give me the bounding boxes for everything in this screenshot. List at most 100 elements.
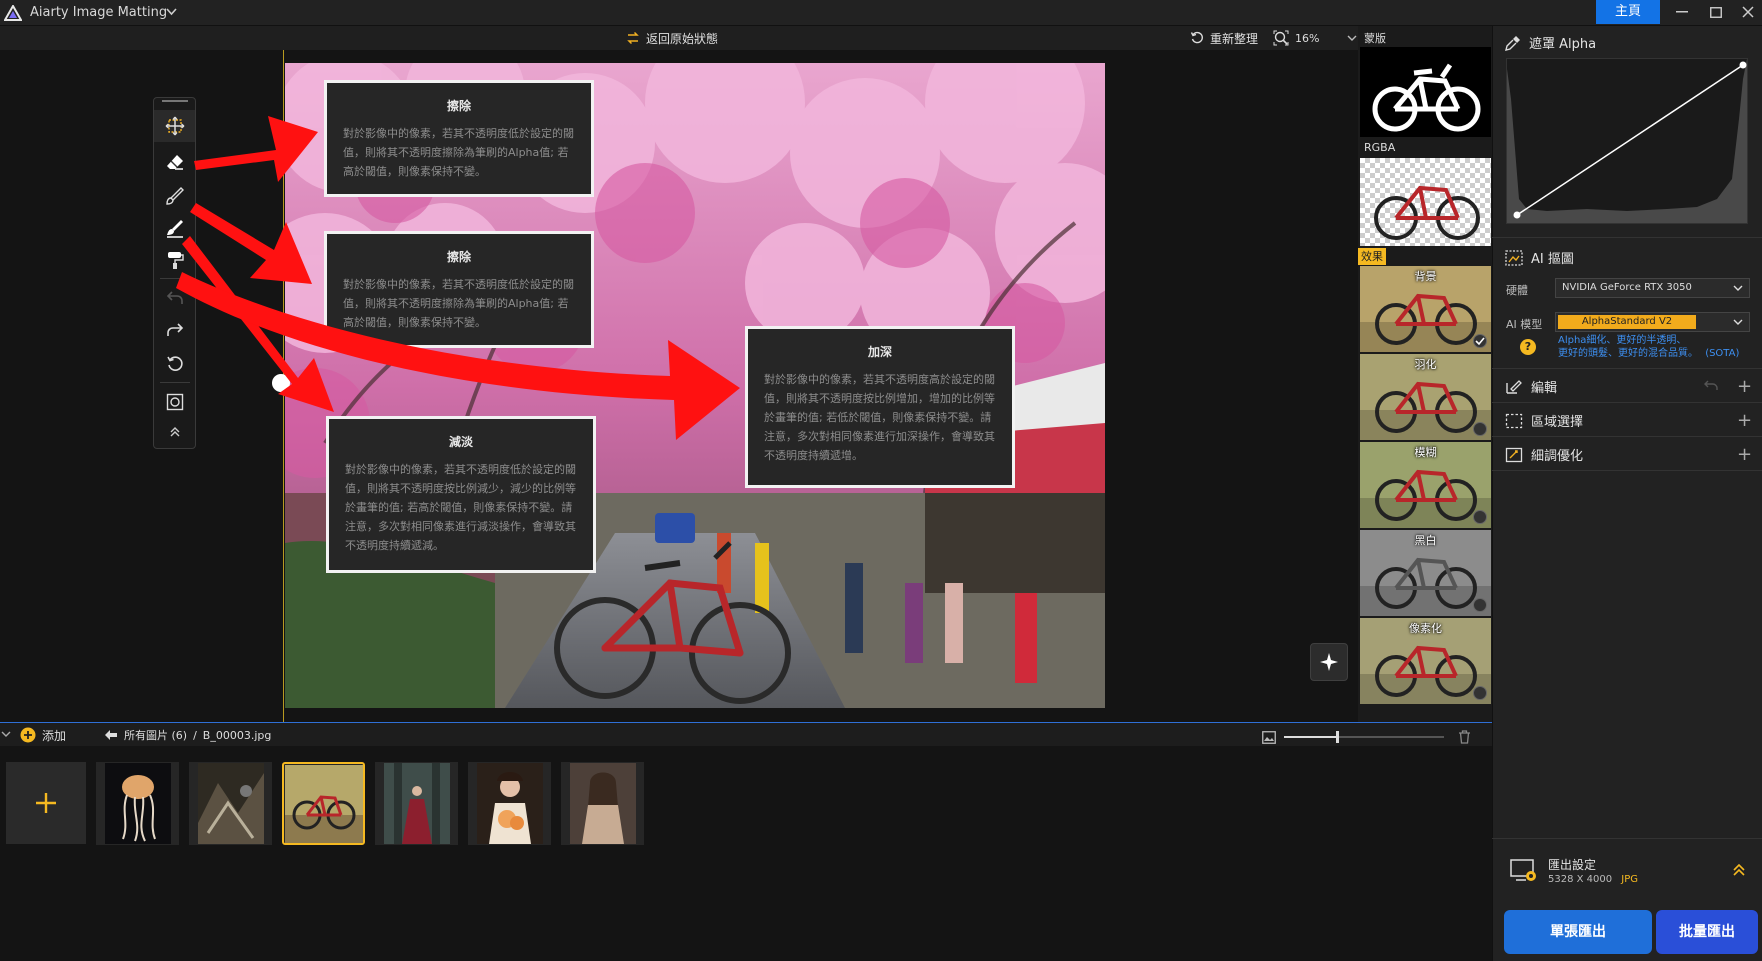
callout-erase-2-body: 對於影像中的像素，若其不透明度低於設定的閾值，則將其不透明度擦除為筆刷的Alph… <box>343 278 574 329</box>
rotate-ccw-icon <box>166 355 184 373</box>
thumbnail-size-slider-fill <box>1284 736 1338 738</box>
export-settings[interactable]: 匯出設定 5328 X 4000 JPG <box>1500 846 1756 896</box>
effect-name: 背景 <box>1414 270 1437 283</box>
double-chevron-up-icon <box>169 427 181 437</box>
edit-add-icon[interactable]: + <box>1737 378 1752 396</box>
restore-original-button[interactable]: 返回原始狀態 <box>626 28 718 48</box>
plus-icon <box>34 791 58 815</box>
restore-original-label: 返回原始狀態 <box>646 31 719 46</box>
effect-thumb[interactable]: 黑白 <box>1360 530 1491 616</box>
back-arrow-icon[interactable] <box>104 729 118 741</box>
section-divider <box>1492 402 1762 403</box>
effect-thumb[interactable]: 像素化 <box>1360 618 1491 704</box>
rgba-label: RGBA <box>1364 141 1396 154</box>
undo-button[interactable] <box>154 282 195 314</box>
deepen-tool-button[interactable] <box>154 244 195 276</box>
restore-brush-tool-button[interactable] <box>154 180 195 212</box>
alpha-curve-line <box>1516 64 1744 216</box>
effect-radio-icon[interactable] <box>1473 686 1487 700</box>
collapse-chevron-down-icon[interactable] <box>1 731 11 738</box>
app-menu-chevron-icon[interactable] <box>166 8 177 16</box>
film-thumb-portrait[interactable] <box>561 762 644 845</box>
redo-icon <box>166 322 184 338</box>
hardware-value: NVIDIA GeForce RTX 3050 <box>1562 282 1692 293</box>
collapse-toolbox-button[interactable] <box>154 420 195 444</box>
ai-model-desc-line-1: Alpha細化、更好的半透明、 <box>1558 335 1687 346</box>
hardware-select[interactable]: NVIDIA GeForce RTX 3050 <box>1555 278 1750 298</box>
region-select-icon <box>1505 413 1523 429</box>
undo-icon <box>166 290 184 306</box>
double-chevron-up-icon[interactable] <box>1732 864 1746 876</box>
app-logo-icon <box>4 5 22 21</box>
help-icon[interactable]: ? <box>1520 339 1536 355</box>
effect-radio-icon[interactable] <box>1473 510 1487 524</box>
callout-erase-body: 對於影像中的像素，若其不透明度低於設定的閾值，則將其不透明度擦除為筆刷的Alph… <box>343 127 574 178</box>
zoom-control[interactable]: 16% <box>1273 28 1357 48</box>
alpha-curve-point-high <box>1739 61 1747 69</box>
section-divider <box>1492 237 1762 238</box>
single-export-button[interactable]: 單張匯出 <box>1504 910 1652 954</box>
toolbox-divider <box>160 278 190 279</box>
film-thumb-forest[interactable] <box>189 762 272 845</box>
callout-lighten-title: 減淡 <box>448 435 473 449</box>
move-tool-button[interactable] <box>154 110 195 142</box>
fit-view-button[interactable] <box>154 386 195 418</box>
add-image-tile[interactable] <box>6 762 86 844</box>
toolbox-divider <box>160 382 190 383</box>
edit-title: 編輯 <box>1531 381 1558 396</box>
home-button[interactable]: 主頁 <box>1596 0 1660 24</box>
effect-thumb[interactable]: 背景 <box>1360 266 1491 352</box>
ai-matting-icon <box>1505 249 1523 266</box>
zoom-chevron-down-icon[interactable] <box>1347 35 1357 42</box>
edit-undo-icon[interactable] <box>1704 380 1718 392</box>
add-image-button[interactable]: 添加 <box>20 726 66 744</box>
toolbox-drag-handle[interactable] <box>162 100 188 102</box>
effect-name: 羽化 <box>1414 358 1437 371</box>
trash-icon[interactable] <box>1458 730 1471 744</box>
alpha-curve-editor[interactable] <box>1506 58 1748 224</box>
film-thumb-flowers[interactable] <box>468 762 551 845</box>
batch-export-button[interactable]: 批量匯出 <box>1656 910 1758 954</box>
rgba-preview[interactable] <box>1360 158 1491 246</box>
effect-thumb[interactable]: 模糊 <box>1360 442 1491 528</box>
effect-thumb[interactable]: 羽化 <box>1360 354 1491 440</box>
film-thumb-red-dress[interactable] <box>375 762 458 845</box>
minimize-button[interactable] <box>1666 0 1698 24</box>
refine-add-icon[interactable]: + <box>1737 446 1752 464</box>
effect-check-icon[interactable] <box>1473 334 1487 348</box>
region-select-section-header[interactable]: 區域選擇 <box>1505 411 1583 430</box>
film-thumb-jellyfish[interactable] <box>96 762 179 845</box>
alpha-section-header: 遮罩 Alpha <box>1505 33 1596 52</box>
thumbnail-size-slider-knob[interactable] <box>1336 731 1339 743</box>
callout-lighten-body: 對於影像中的像素，若其不透明度低於設定的閾值，則將其不透明度按比例減少，減少的比… <box>345 463 576 552</box>
frame-icon <box>166 393 184 411</box>
lighten-tool-button[interactable] <box>154 212 195 244</box>
reset-icon <box>1190 31 1204 45</box>
effect-radio-icon[interactable] <box>1473 422 1487 436</box>
all-images-link[interactable]: 所有圖片 (6) <box>124 727 187 743</box>
maximize-button[interactable] <box>1700 0 1732 24</box>
lighten-brush-icon <box>165 218 185 238</box>
brush-toolbox <box>153 97 196 449</box>
region-select-title: 區域選擇 <box>1531 415 1584 430</box>
redo-button[interactable] <box>154 314 195 346</box>
roller-icon <box>165 250 185 270</box>
canvas-resize-handle[interactable] <box>272 374 290 392</box>
reorganize-button[interactable]: 重新整理 <box>1190 28 1258 48</box>
ai-magic-button[interactable] <box>1310 643 1348 681</box>
close-button[interactable] <box>1732 0 1762 24</box>
film-thumb-bicycle-selected[interactable] <box>282 762 365 845</box>
ai-model-value: AlphaStandard V2 <box>1558 315 1696 329</box>
effect-radio-icon[interactable] <box>1473 598 1487 612</box>
region-select-add-icon[interactable]: + <box>1737 412 1752 430</box>
current-file-name: B_00003.jpg <box>202 728 272 742</box>
edit-section-header[interactable]: 編輯 <box>1505 377 1557 396</box>
mask-preview[interactable] <box>1360 47 1491 137</box>
refine-section-header[interactable]: 細調優化 <box>1505 445 1583 464</box>
sparkle-icon <box>1319 652 1339 672</box>
erase-tool-button[interactable] <box>154 146 195 178</box>
breadcrumb: 所有圖片 (6) / B_00003.jpg <box>104 726 271 744</box>
reset-tool-button[interactable] <box>154 348 195 380</box>
export-size-info: 5328 X 4000 JPG <box>1548 874 1638 885</box>
ai-model-select[interactable]: AlphaStandard V2 <box>1555 312 1750 332</box>
